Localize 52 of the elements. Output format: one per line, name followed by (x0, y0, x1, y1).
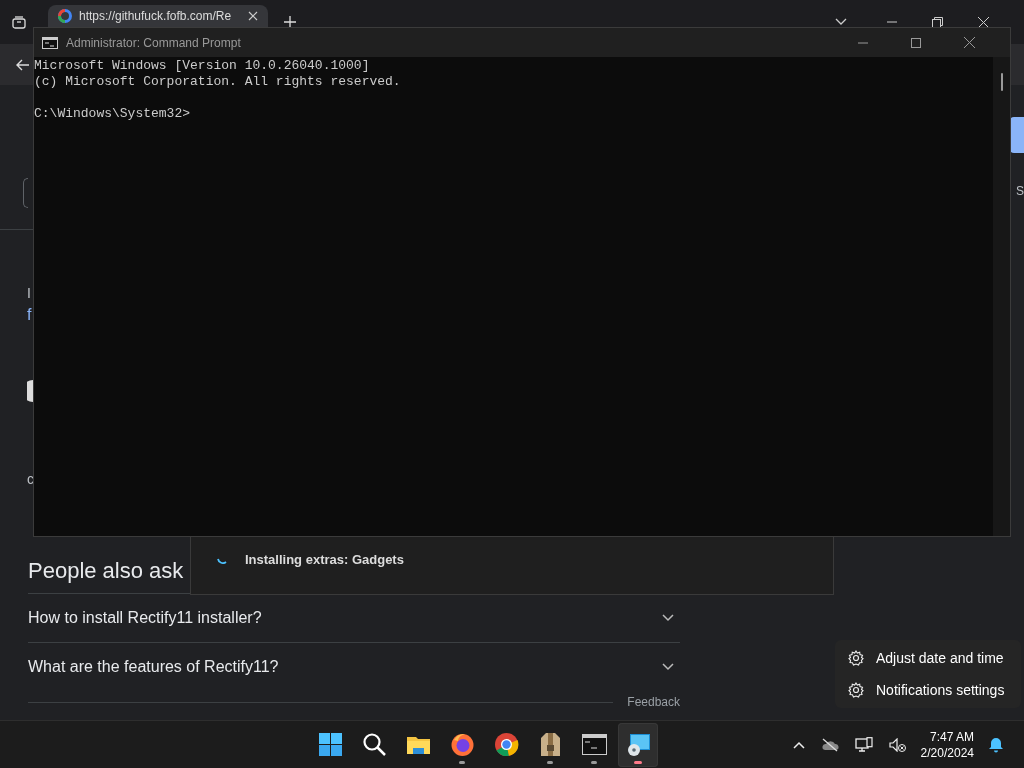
text-fragment: c (27, 471, 34, 487)
console-line: Microsoft Windows [Version 10.0.26040.1000] (34, 58, 371, 74)
status-text: Installing extras: Gadgets (245, 552, 404, 567)
spinner-icon (217, 558, 227, 564)
question-row[interactable]: What are the features of Rectify11? (28, 642, 680, 691)
scroll-thumb[interactable] (1000, 73, 1003, 91)
question-text: How to install Rectify11 installer? (28, 609, 262, 627)
cloud-off-icon[interactable] (820, 737, 839, 752)
section-heading: People also ask (28, 557, 185, 585)
chevron-down-icon[interactable] (662, 614, 674, 622)
close-icon[interactable] (248, 11, 258, 21)
search-icon (361, 732, 387, 757)
close-icon[interactable] (964, 37, 975, 48)
favicon-icon (27, 380, 33, 402)
link-fragment[interactable]: f (27, 305, 32, 325)
tab-list-icon[interactable] (12, 15, 26, 29)
network-icon[interactable] (854, 736, 873, 753)
clock-date[interactable]: 2/20/2024 (920, 744, 974, 761)
settings-icon (848, 650, 864, 666)
feedback-link[interactable]: Feedback (627, 695, 680, 709)
google-icon (58, 9, 72, 23)
browser-tab[interactable]: https://githufuck.fofb.com/Re (48, 5, 268, 27)
firefox-icon (449, 732, 475, 757)
terminal-icon (581, 732, 607, 757)
close-icon[interactable] (978, 16, 989, 28)
setup-disc-icon (625, 732, 651, 757)
question-text: What are the features of Rectify11? (28, 658, 279, 676)
menu-item[interactable]: Adjust date and time (835, 642, 1021, 674)
clock-time[interactable]: 7:47 AM (920, 728, 974, 745)
chevron-up-icon[interactable] (792, 740, 805, 749)
restore-icon[interactable] (932, 16, 943, 28)
text-fragment: S (1015, 183, 1024, 199)
speaker-muted-icon[interactable] (888, 737, 907, 752)
chrome-icon (493, 732, 519, 757)
back-arrow-icon[interactable] (16, 58, 30, 71)
maximize-icon[interactable] (911, 37, 921, 48)
settings-icon (848, 682, 864, 698)
windows-logo-icon (317, 732, 343, 757)
text-fragment: I (27, 285, 31, 301)
chevron-down-icon[interactable] (835, 18, 847, 26)
tab-title: https://githufuck.fofb.com/Re (79, 9, 233, 23)
bell-icon[interactable] (988, 736, 1004, 753)
menu-item[interactable]: Notifications settings (835, 674, 1021, 706)
console-icon (42, 36, 58, 49)
console-prompt: C:\Windows\System32> (34, 106, 192, 122)
new-tab-icon[interactable] (284, 16, 296, 28)
console-line: (c) Microsoft Corporation. All rights reserved. (34, 74, 402, 90)
scrollbar[interactable] (993, 57, 1010, 536)
taskbar-button[interactable] (618, 722, 658, 767)
chevron-down-icon[interactable] (662, 663, 674, 671)
window-title: Administrator: Command Prompt (66, 35, 241, 50)
minimize-icon[interactable] (858, 41, 868, 44)
